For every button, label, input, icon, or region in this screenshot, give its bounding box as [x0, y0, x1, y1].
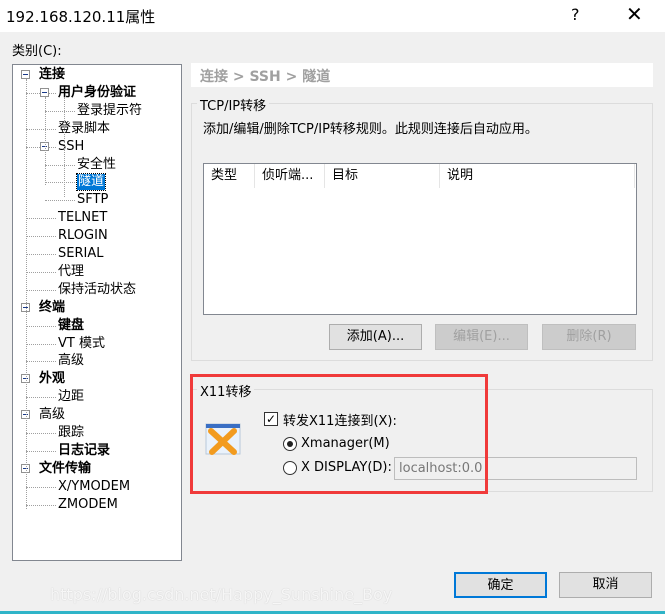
- column-header-target[interactable]: 目标: [325, 164, 440, 188]
- collapse-icon[interactable]: [40, 87, 49, 97]
- tree-connector: [45, 164, 75, 166]
- tcpip-group-title: TCP/IP转移: [197, 95, 270, 114]
- category-tree[interactable]: 连接用户身份验证登录提示符登录脚本 SSH 安全性 隧道 SFTP TELNET RLOGI…: [12, 64, 182, 561]
- tree-item[interactable]: 文件传输: [39, 461, 91, 477]
- tree-item[interactable]: 用户身份验证: [58, 85, 136, 101]
- tree-item[interactable]: SERIAL: [58, 246, 103, 262]
- tree-item[interactable]: VT 模式: [58, 336, 105, 352]
- tree-item[interactable]: 日志记录: [58, 443, 110, 459]
- tree-item[interactable]: 高级: [58, 353, 84, 369]
- column-header-listen-port[interactable]: 侦听端...: [255, 164, 325, 188]
- tree-connector: [45, 110, 75, 112]
- tree-connector: [26, 218, 56, 220]
- tree-item[interactable]: X/YMODEM: [58, 479, 130, 495]
- tree-connector: [26, 486, 56, 488]
- tree-connector: [26, 236, 56, 238]
- edit-button[interactable]: 编辑(E)...: [435, 324, 528, 350]
- cancel-button[interactable]: 取消: [559, 572, 652, 598]
- category-label: 类别(C):: [12, 44, 62, 59]
- tree-item[interactable]: 高级: [39, 407, 65, 423]
- tree-item[interactable]: SSH: [58, 139, 84, 155]
- tree-connector: [64, 97, 65, 197]
- tree-item[interactable]: 代理: [58, 264, 84, 280]
- tree-item[interactable]: 终端: [39, 300, 65, 316]
- tree-item[interactable]: 连接: [39, 67, 65, 83]
- tree-connector: [26, 504, 56, 506]
- tree-item[interactable]: 隧道: [75, 173, 107, 192]
- tree-connector: [26, 450, 56, 452]
- tree-connector: [26, 271, 56, 273]
- tree-connector: [26, 289, 56, 291]
- tree-connector: [26, 343, 56, 345]
- tree-connector: [26, 361, 56, 363]
- close-button[interactable]: ✕: [626, 2, 643, 26]
- window-title: 192.168.120.11属性: [6, 8, 156, 26]
- highlight-box: [190, 374, 488, 494]
- tree-connector: [26, 79, 27, 509]
- tree-item[interactable]: 边距: [58, 389, 84, 405]
- collapse-icon[interactable]: [21, 70, 30, 79]
- tree-connector: [26, 254, 56, 255]
- tcpip-description: 添加/编辑/删除TCP/IP转移规则。此规则连接后自动应用。: [203, 122, 538, 137]
- tree-item[interactable]: 登录提示符: [77, 103, 142, 119]
- tree-connector: [26, 325, 56, 327]
- column-header-type[interactable]: 类型: [204, 164, 255, 188]
- tree-item[interactable]: 安全性: [77, 157, 116, 173]
- breadcrumb: 连接 > SSH > 隧道: [191, 63, 653, 87]
- tree-connector: [45, 200, 75, 202]
- tree-item[interactable]: SFTP: [77, 192, 108, 208]
- watermark: https://blog.csdn.net/Happy_Sunshine_Boy: [50, 585, 393, 604]
- ok-button[interactable]: 确定: [454, 572, 547, 598]
- tree-connector: [26, 128, 56, 130]
- column-header-description[interactable]: 说明: [440, 164, 635, 188]
- tree-item[interactable]: 键盘: [58, 318, 84, 334]
- tree-connector: [45, 97, 46, 185]
- tree-item[interactable]: 保持活动状态: [58, 282, 136, 298]
- tree-item[interactable]: RLOGIN: [58, 228, 108, 244]
- tree-connector: [26, 433, 56, 434]
- tree-item[interactable]: ZMODEM: [58, 497, 118, 513]
- add-button[interactable]: 添加(A)...: [329, 324, 422, 350]
- help-button[interactable]: ?: [571, 5, 580, 24]
- tree-item[interactable]: 外观: [39, 371, 65, 387]
- tree-item[interactable]: 跟踪: [58, 425, 84, 441]
- tree-connector: [45, 182, 75, 184]
- delete-button[interactable]: 删除(R): [542, 324, 636, 350]
- tree-item[interactable]: TELNET: [58, 210, 107, 226]
- tree-connector: [26, 397, 56, 399]
- tunnel-rules-list[interactable]: 类型 侦听端... 目标 说明: [203, 163, 637, 315]
- tree-item[interactable]: 登录脚本: [58, 121, 110, 137]
